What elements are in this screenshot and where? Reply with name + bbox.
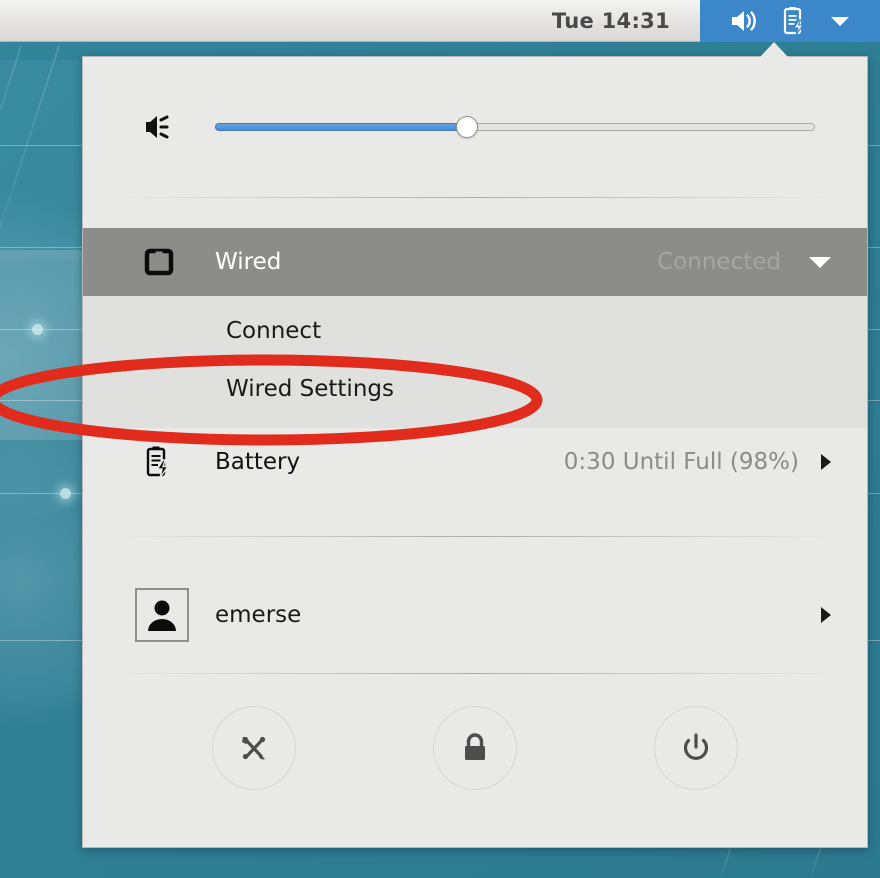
battery-row[interactable]: Battery 0:30 Until Full (98%): [83, 428, 867, 496]
volume-muted-low-icon[interactable]: [135, 110, 183, 144]
wired-network-icon: [135, 245, 183, 279]
slider-fill: [215, 123, 467, 131]
wallpaper-dot: [32, 324, 43, 335]
battery-status: 0:30 Until Full (98%): [563, 449, 799, 475]
slider-handle[interactable]: [456, 116, 478, 138]
submenu-item-connect[interactable]: Connect: [83, 302, 867, 360]
chevron-down-icon[interactable]: [829, 14, 851, 28]
wallpaper-streak: [717, 845, 732, 878]
clock[interactable]: Tue 14:31: [552, 9, 670, 33]
wallpaper-streak: [807, 845, 822, 878]
top-panel: Tue 14:31: [0, 0, 880, 42]
lock-button[interactable]: [432, 705, 517, 790]
volume-slider[interactable]: [215, 115, 815, 139]
network-status: Connected: [657, 249, 781, 275]
system-status-area[interactable]: [700, 0, 880, 42]
volume-icon[interactable]: [729, 8, 759, 34]
volume-row: [83, 57, 867, 197]
user-name: emerse: [215, 602, 302, 628]
avatar: [135, 588, 189, 642]
battery-label: Battery: [215, 449, 301, 475]
network-wired-row[interactable]: Wired Connected: [83, 228, 867, 296]
battery-charging-icon: [135, 444, 183, 480]
wallpaper-dot: [60, 488, 71, 499]
submenu-item-wired-settings[interactable]: Wired Settings: [83, 360, 867, 418]
settings-button[interactable]: [211, 705, 296, 790]
top-panel-left: Tue 14:31: [0, 0, 700, 42]
user-row[interactable]: emerse: [83, 579, 867, 651]
network-submenu: Connect Wired Settings: [83, 296, 867, 428]
battery-charging-icon[interactable]: [781, 6, 807, 36]
system-menu-panel: Wired Connected Connect Wired Settings B…: [82, 56, 868, 848]
chevron-right-icon[interactable]: [819, 452, 833, 472]
action-button-row: [83, 674, 867, 847]
chevron-down-icon[interactable]: [807, 254, 833, 270]
power-button[interactable]: [654, 705, 739, 790]
chevron-right-icon[interactable]: [819, 605, 833, 625]
menu-pointer: [760, 42, 788, 57]
network-label: Wired: [215, 249, 282, 275]
